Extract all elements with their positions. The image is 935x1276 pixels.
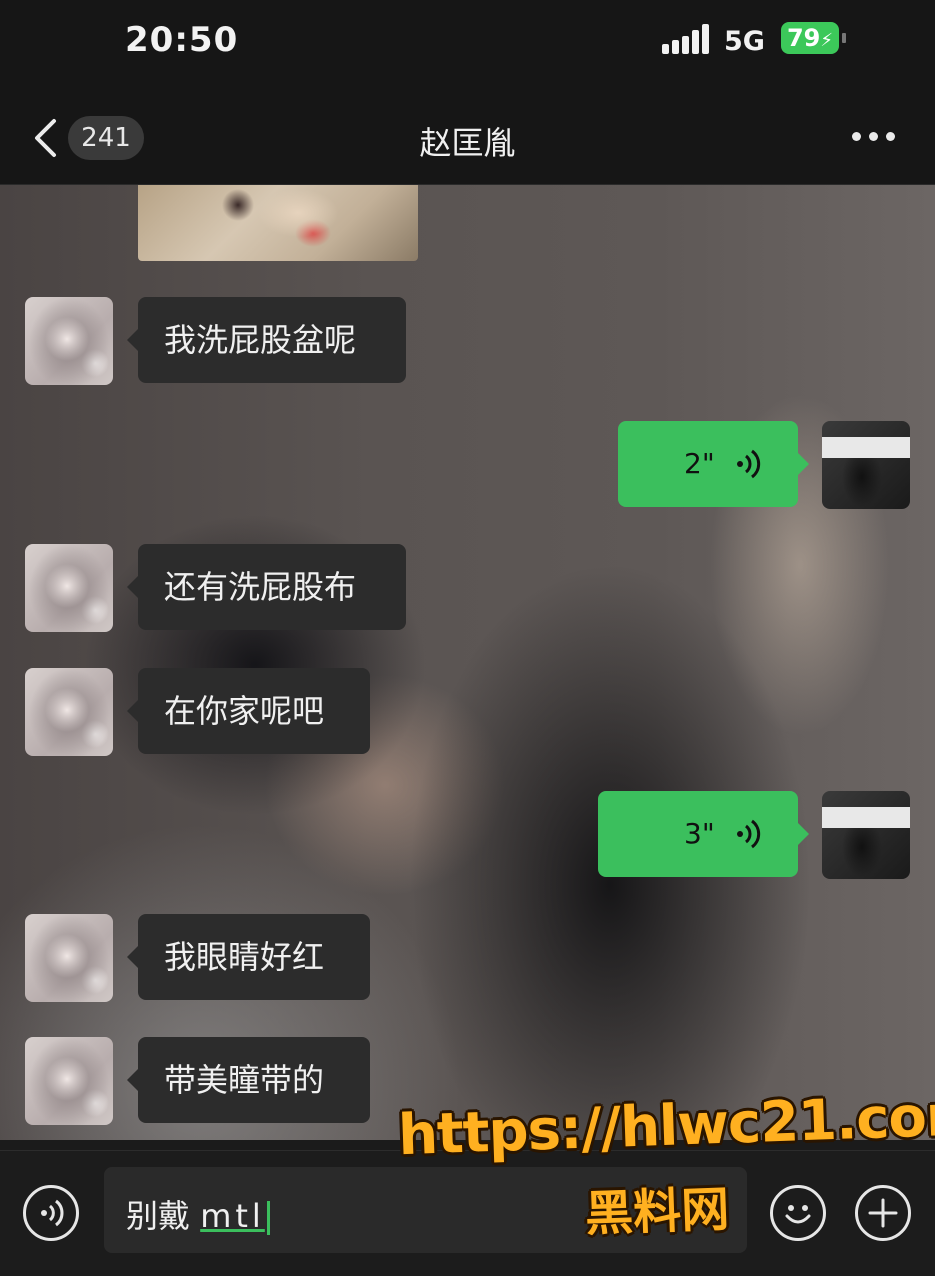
plus-icon xyxy=(868,1198,898,1228)
contact-avatar[interactable] xyxy=(25,914,113,1002)
voice-duration: 2" xyxy=(684,447,715,480)
network-type: 5G xyxy=(724,26,765,57)
text-caret xyxy=(266,1201,270,1235)
input-value: 别戴 mtl xyxy=(126,1191,270,1237)
battery-percent: 79 xyxy=(786,24,821,52)
chat-title: 赵匡胤 xyxy=(419,124,516,162)
contact-avatar[interactable] xyxy=(25,544,113,632)
input-bar: 别戴 mtl xyxy=(0,1150,935,1276)
contact-avatar[interactable] xyxy=(25,668,113,756)
voice-input-button[interactable] xyxy=(23,1185,79,1241)
voice-wave-icon xyxy=(41,1199,64,1227)
voice-wave-icon xyxy=(737,819,761,849)
my-avatar[interactable] xyxy=(822,421,910,509)
voice-duration: 3" xyxy=(684,817,715,850)
input-composing-text: mtl xyxy=(200,1197,265,1235)
battery-level: 79⚡ xyxy=(781,22,839,54)
contact-avatar[interactable] xyxy=(25,297,113,385)
image-message[interactable] xyxy=(138,185,418,261)
emoji-button[interactable] xyxy=(770,1185,826,1241)
incoming-message[interactable]: 还有洗屁股布 xyxy=(127,544,406,630)
signal-icon xyxy=(662,24,710,54)
chat-header: 241 赵匡胤 xyxy=(0,84,935,185)
incoming-message[interactable]: 带美瞳带的 xyxy=(127,1037,370,1123)
voice-wave-icon xyxy=(737,449,761,479)
watermark-label: 黑料网 xyxy=(584,1181,731,1243)
ellipsis-icon[interactable] xyxy=(852,132,896,142)
more-functions-button[interactable] xyxy=(855,1185,911,1241)
incoming-message[interactable]: 在你家呢吧 xyxy=(127,668,370,754)
outgoing-voice-message[interactable]: 2" xyxy=(618,421,809,507)
incoming-message[interactable]: 我眼睛好红 xyxy=(127,914,370,1000)
input-committed-text: 别戴 xyxy=(126,1197,191,1235)
smiley-icon xyxy=(785,1205,811,1224)
outgoing-voice-message[interactable]: 3" xyxy=(598,791,809,877)
contact-avatar[interactable] xyxy=(25,1037,113,1125)
battery-icon xyxy=(842,33,846,43)
status-time: 20:50 xyxy=(125,20,239,60)
incoming-message[interactable]: 我洗屁股盆呢 xyxy=(127,297,406,383)
status-bar: 20:50 5G 79⚡ xyxy=(0,0,935,84)
my-avatar[interactable] xyxy=(822,791,910,879)
message-list[interactable]: 我洗屁股盆呢 2" 还有洗屁股布 在你家呢吧 3" 我眼睛好红 带美瞳带的 xyxy=(0,185,935,1140)
chat-screen: 20:50 5G 79⚡ 241 赵匡胤 我洗屁股盆呢 2" 还有洗屁股布 在你… xyxy=(0,0,935,1276)
